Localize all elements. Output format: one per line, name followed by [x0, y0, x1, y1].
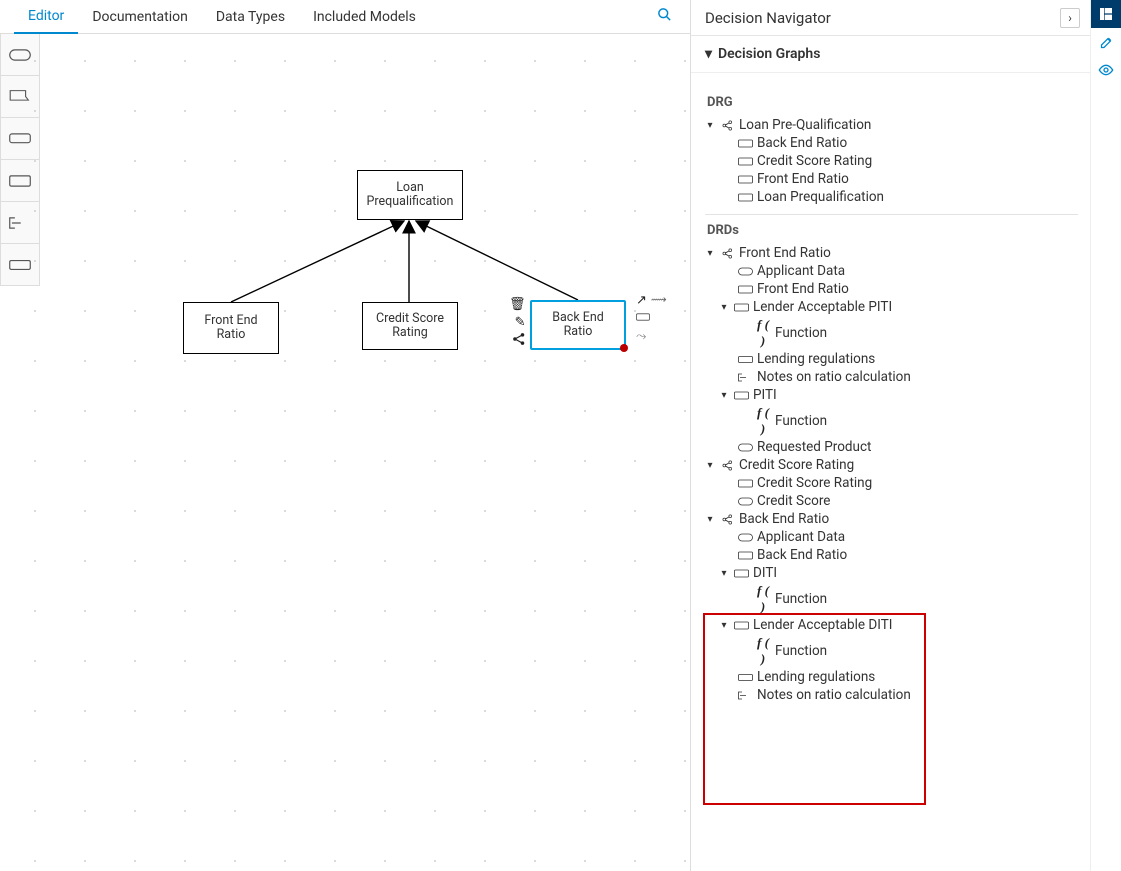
edit-icon[interactable]: ✎: [509, 314, 526, 332]
tree-item[interactable]: ▾DITI: [701, 564, 1082, 582]
tree-item[interactable]: Notes on ratio calculation: [701, 686, 1082, 704]
tab-bar: Editor Documentation Data Types Included…: [0, 0, 690, 34]
tree-item[interactable]: Back End Ratio: [701, 134, 1082, 152]
tree-item[interactable]: ▾Lender Acceptable PITI: [701, 298, 1082, 316]
properties-icon[interactable]: [1091, 28, 1121, 56]
decision-icon: [733, 388, 749, 403]
tree-item[interactable]: Lending regulations: [701, 350, 1082, 368]
text-annotation-icon: [737, 688, 753, 703]
tree-item[interactable]: Credit Score Rating: [701, 152, 1082, 170]
tree-item[interactable]: f ( )Function: [701, 404, 1082, 438]
decision-icon: [737, 190, 753, 205]
input-data-icon: [737, 440, 753, 455]
tree-item[interactable]: Front End Ratio: [701, 170, 1082, 188]
canvas[interactable]: Loan Prequalification Front End Ratio Cr…: [0, 34, 690, 871]
section-label: Decision Graphs: [718, 46, 820, 62]
input-data-icon: [737, 264, 753, 279]
panel-body: DRG ▾ Loan Pre-Qualification Back End Ra…: [691, 73, 1090, 871]
connect-solid-icon[interactable]: ↗: [636, 292, 647, 310]
share-icon: [719, 458, 735, 473]
caret-down-icon: ▾: [705, 46, 712, 62]
group-drg: DRG: [707, 95, 1082, 110]
tree-item-drd-credit-score-rating[interactable]: ▾ Credit Score Rating: [701, 456, 1082, 474]
decision-icon: [733, 566, 749, 581]
tree-item-drd-front-end-ratio[interactable]: ▾ Front End Ratio: [701, 244, 1082, 262]
node-front-end-ratio[interactable]: Front End Ratio: [183, 302, 279, 354]
tree-item[interactable]: Applicant Data: [701, 262, 1082, 280]
text-annotation-icon: [737, 370, 753, 385]
decision-icon: [737, 136, 753, 151]
tree-item[interactable]: Front End Ratio: [701, 280, 1082, 298]
preview-icon[interactable]: [1091, 56, 1121, 84]
tree-item-drd-back-end-ratio[interactable]: ▾ Back End Ratio: [701, 510, 1082, 528]
function-icon: f ( ): [755, 583, 771, 615]
panel-title: Decision Navigator: [705, 9, 831, 27]
function-icon: f ( ): [755, 635, 771, 667]
node-loan-prequalification[interactable]: Loan Prequalification: [357, 170, 463, 220]
tree-item[interactable]: f ( )Function: [701, 634, 1082, 668]
connect-knowledge-icon[interactable]: ⟿: [651, 292, 667, 310]
tree-item[interactable]: Back End Ratio: [701, 546, 1082, 564]
delete-icon[interactable]: 🗑: [509, 296, 526, 314]
decision-icon: [737, 282, 753, 297]
decision-icon: [737, 154, 753, 169]
panel-header: Decision Navigator ›: [691, 0, 1090, 36]
divider: [705, 214, 1078, 215]
search-icon[interactable]: [657, 7, 672, 26]
input-data-icon: [737, 530, 753, 545]
share-icon[interactable]: [509, 332, 526, 352]
tree-item[interactable]: Loan Prequalification: [701, 188, 1082, 206]
share-icon: [719, 118, 735, 133]
decision-icon: [737, 476, 753, 491]
navigator-toggle-icon[interactable]: [1091, 0, 1121, 28]
tree-item[interactable]: Credit Score: [701, 492, 1082, 510]
decision-icon: [733, 618, 749, 633]
tree-item[interactable]: Requested Product: [701, 438, 1082, 456]
decision-icon: [737, 548, 753, 563]
node-context-actions-left: 🗑 ✎: [509, 296, 526, 353]
node-context-actions-right: ↗ ⟿ ⤳: [636, 292, 667, 347]
share-icon: [719, 246, 735, 261]
resize-handle[interactable]: [620, 344, 628, 352]
tree-item[interactable]: Credit Score Rating: [701, 474, 1082, 492]
dot-grid: [0, 34, 690, 871]
input-data-icon: [737, 494, 753, 509]
add-shape-icon[interactable]: [636, 310, 650, 328]
knowledge-source-icon: [737, 670, 753, 685]
tree-item[interactable]: Lending regulations: [701, 668, 1082, 686]
tab-documentation[interactable]: Documentation: [78, 1, 202, 33]
knowledge-source-icon: [737, 352, 753, 367]
section-decision-graphs[interactable]: ▾ Decision Graphs: [691, 36, 1090, 73]
function-icon: f ( ): [755, 405, 771, 437]
right-iconbar: [1090, 0, 1121, 871]
tree-item[interactable]: f ( )Function: [701, 316, 1082, 350]
tab-included-models[interactable]: Included Models: [299, 1, 430, 33]
decision-icon: [733, 300, 749, 315]
function-icon: f ( ): [755, 317, 771, 349]
node-label: Back End Ratio: [538, 311, 618, 340]
decision-icon: [737, 172, 753, 187]
tab-data-types[interactable]: Data Types: [202, 1, 299, 33]
tree-item[interactable]: ▾Lender Acceptable DITI: [701, 616, 1082, 634]
tree-item[interactable]: ▾PITI: [701, 386, 1082, 404]
tree-item[interactable]: Notes on ratio calculation: [701, 368, 1082, 386]
node-credit-score-rating[interactable]: Credit Score Rating: [362, 302, 458, 350]
tree-item[interactable]: f ( )Function: [701, 582, 1082, 616]
connect-dashed-icon[interactable]: ⤳: [636, 328, 646, 346]
tree-item[interactable]: Applicant Data: [701, 528, 1082, 546]
tab-editor[interactable]: Editor: [14, 0, 78, 34]
share-icon: [719, 512, 735, 527]
group-drds: DRDs: [707, 223, 1082, 238]
tree-item-drg-root[interactable]: ▾ Loan Pre-Qualification: [701, 116, 1082, 134]
collapse-button[interactable]: ›: [1060, 8, 1080, 28]
node-back-end-ratio[interactable]: Back End Ratio: [530, 300, 626, 350]
decision-navigator-panel: Decision Navigator › ▾ Decision Graphs D…: [690, 0, 1090, 871]
